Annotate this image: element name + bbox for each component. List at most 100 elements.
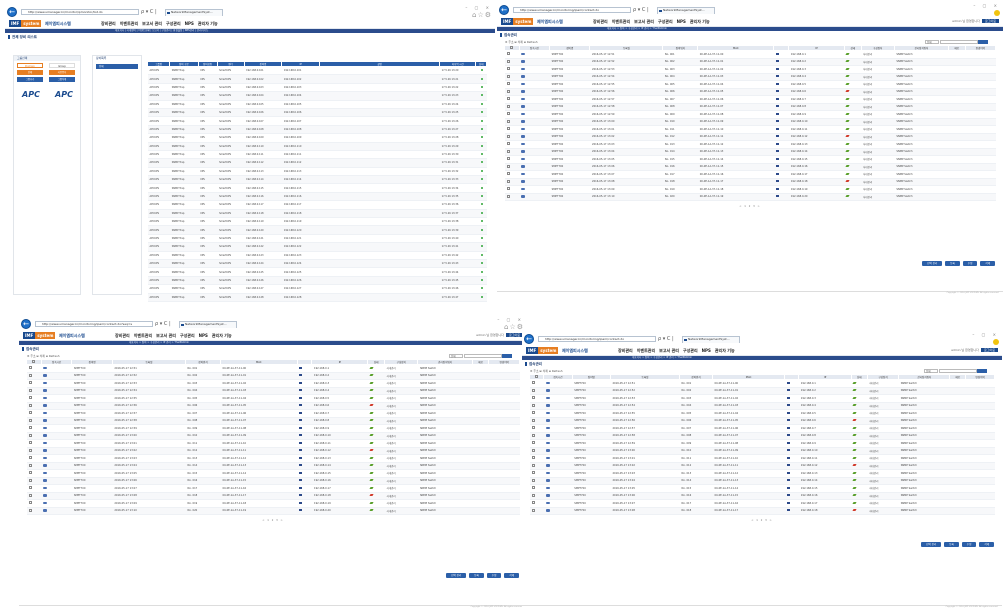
pagination[interactable]: < 1 2 3 >: [522, 519, 1002, 522]
table-row[interactable]: SMPT700 2016-05-17 12:52 No. 002 00-0E-1A-3…: [529, 387, 995, 395]
window-controls[interactable]: – ▢ ×: [972, 332, 999, 337]
edit-button[interactable]: 수정: [962, 261, 978, 266]
table-row[interactable]: SMPT700 2016-05-17 12:52 No. 002 00-0E-1A-3…: [504, 58, 996, 66]
pagination[interactable]: < 1 2 3 >: [497, 205, 1003, 208]
apc-logo[interactable]: APC: [50, 85, 78, 105]
toolbar-actions[interactable]: ⚙ 주소 ⊞ 삭제 ⊟ Refresh: [27, 354, 60, 358]
row-checkbox[interactable]: [28, 366, 32, 370]
table-row[interactable]: SMPT700 2016-05-17 13:09 No. 019 00-0E-1A-3…: [504, 185, 996, 194]
window-controls[interactable]: – ▢ ×: [973, 3, 1000, 8]
row-checkbox[interactable]: [28, 381, 32, 385]
menu-item[interactable]: 이벤트관리: [120, 21, 138, 26]
table-row[interactable]: SMPT700 2016-05-17 12:55 No. 005 00-0E-1A-3…: [529, 409, 995, 418]
row-checkbox[interactable]: [531, 381, 535, 385]
table-row[interactable]: APCUPS SNMP Trap UPS SmartUPS 192.168.0.121 1…: [147, 234, 487, 244]
home-star-gear-icons[interactable]: ⌂☆⚙: [504, 323, 524, 331]
table-row[interactable]: SMPT700 2016-05-17 13:06 No. 016 00-0E-1A-3…: [504, 163, 996, 171]
row-checkbox[interactable]: [506, 59, 510, 63]
window-controls[interactable]: – ▢ ×: [465, 5, 492, 10]
row-checkbox[interactable]: [506, 179, 510, 183]
table-row[interactable]: SMPT700 2016-05-17 13:04 No. 014 00-0E-1A-3…: [26, 462, 520, 470]
row-checkbox[interactable]: [531, 433, 535, 437]
table-row[interactable]: SMPT700 2016-05-17 12:53 No. 003 00-0E-1A-3…: [529, 394, 995, 403]
all-button[interactable]: 전체: [17, 70, 43, 75]
delete-button[interactable]: 삭제: [979, 542, 994, 547]
table-row[interactable]: APCUPS SNMP Trap UPS SmartUPS 192.168.0.108 1…: [147, 125, 487, 135]
delete-button[interactable]: 삭제: [504, 573, 519, 578]
add-group-button[interactable]: 그룹추가: [17, 77, 43, 82]
table-row[interactable]: SMPT700 2016-05-17 12:55 No. 005 00-0E-1A-3…: [504, 80, 996, 89]
table-row[interactable]: SMPT700 2016-05-17 13:01 No. 011 00-0E-1A-3…: [504, 125, 996, 134]
table-row[interactable]: SMPT700 2016-05-17 12:55 No. 005 00-0E-1A-3…: [26, 394, 520, 403]
menu-item[interactable]: 구성관리: [683, 348, 698, 353]
menu-item[interactable]: 구성관리: [658, 19, 673, 24]
table-row[interactable]: SMPT700 2016-05-17 12:51 No. 001 00-0E-1A-3…: [529, 379, 995, 388]
table-row[interactable]: APCUPS SNMP Trap UPS SmartUPS 192.168.0.123 1…: [147, 251, 487, 261]
menu-item[interactable]: 이벤트관리: [637, 348, 655, 353]
row-checkbox[interactable]: [28, 396, 32, 400]
row-checkbox[interactable]: [506, 89, 510, 93]
search-input[interactable]: [939, 40, 978, 44]
row-checkbox[interactable]: [506, 97, 510, 101]
table-row[interactable]: APCUPS SNMP Trap UPS SmartUPS 192.168.0.113 1…: [147, 167, 487, 177]
menu-item[interactable]: 장비관리: [593, 19, 608, 24]
select-manage-button[interactable]: 선택 관리: [922, 261, 943, 266]
address-bar[interactable]: http://www.umanager.kr/monitor/ipmonitor…: [21, 9, 139, 15]
table-row[interactable]: APCUPS SNMP Trap UPS SmartUPS 192.168.0.105 1…: [147, 100, 487, 109]
row-checkbox[interactable]: [531, 478, 535, 482]
search-button[interactable]: [501, 354, 512, 358]
table-row[interactable]: APCUPS SNMP Trap UPS SmartUPS 192.168.0.114 1…: [147, 175, 487, 185]
menu-item[interactable]: 보고서 관리: [634, 19, 654, 24]
row-checkbox[interactable]: [531, 508, 535, 512]
table-row[interactable]: SMPT700 2016-05-17 13:07 No. 017 00-0E-1A-3…: [504, 170, 996, 179]
table-row[interactable]: APCUPS SNMP Trap UPS SmartUPS 192.168.0.127 1…: [147, 284, 487, 294]
table-row[interactable]: SMPT700 2016-05-17 13:03 No. 013 00-0E-1A-3…: [26, 454, 520, 463]
toolbar-actions[interactable]: ⚙ 주소 ⊞ 삭제 ⊟ Refresh: [530, 369, 563, 373]
row-checkbox[interactable]: [28, 411, 32, 415]
row-checkbox[interactable]: [531, 501, 535, 505]
row-checkbox[interactable]: [28, 403, 32, 407]
address-bar[interactable]: http://www.umanager.kr/monitoring/ipam/c…: [35, 321, 153, 327]
table-row[interactable]: APCUPS SNMP Trap UPS SmartUPS 192.168.0.107 1…: [147, 116, 487, 126]
table-row[interactable]: SMPT700 2016-05-17 12:54 No. 004 00-0E-1A-3…: [26, 387, 520, 395]
back-button[interactable]: ←: [21, 319, 31, 329]
table-row[interactable]: APCUPS SNMP Trap UPS SmartUPS 192.168.0.116 1…: [147, 192, 487, 202]
row-checkbox[interactable]: [28, 426, 32, 430]
menu-item[interactable]: 보고서 관리: [142, 21, 162, 26]
table-row[interactable]: SMPT700 2016-05-17 12:58 No. 008 00-0E-1A-3…: [529, 432, 995, 440]
select-manage-button[interactable]: 선택 관리: [921, 542, 942, 547]
table-row[interactable]: APCUPS SNMP Trap UPS SmartUPS 192.168.0.103 1…: [147, 83, 487, 93]
menu-item[interactable]: 이벤트관리: [612, 19, 630, 24]
row-checkbox[interactable]: [28, 501, 32, 505]
row-checkbox[interactable]: [28, 478, 32, 482]
row-checkbox[interactable]: [506, 127, 510, 131]
row-checkbox[interactable]: [506, 194, 510, 198]
search-select[interactable]: 전체: [924, 369, 938, 373]
row-checkbox[interactable]: [28, 448, 32, 452]
logout-button[interactable]: 로그아웃: [980, 348, 998, 352]
select-manage-button[interactable]: 선택 관리: [446, 573, 467, 578]
search-select[interactable]: 전체: [449, 354, 463, 358]
menu-item[interactable]: 장비관리: [101, 21, 116, 26]
edit-button[interactable]: 수정: [486, 573, 502, 578]
table-row[interactable]: APCUPS SNMP Trap UPS SmartUPS 192.168.0.101 1…: [147, 66, 487, 76]
register-button[interactable]: 등록: [945, 261, 960, 266]
row-checkbox[interactable]: [506, 74, 510, 78]
row-checkbox[interactable]: [506, 164, 510, 168]
table-row[interactable]: SMPT700 2016-05-17 13:05 No. 015 00-0E-1A-3…: [26, 469, 520, 478]
menu-item[interactable]: 장비관리: [115, 333, 130, 338]
table-row[interactable]: SMPT700 2016-05-17 13:04 No. 014 00-0E-1A-3…: [504, 148, 996, 156]
table-row[interactable]: SMPT700 2016-05-17 13:04 No. 014 00-0E-1A-3…: [529, 477, 995, 485]
menu-item[interactable]: 보고서 관리: [659, 348, 679, 353]
table-row[interactable]: SMPT700 2016-05-17 12:58 No. 008 00-0E-1A-3…: [504, 103, 996, 111]
table-row[interactable]: SMPT700 2016-05-17 12:59 No. 009 00-0E-1A-3…: [529, 439, 995, 448]
edit-button[interactable]: 수정: [961, 542, 977, 547]
row-checkbox[interactable]: [28, 433, 32, 437]
browser-tab[interactable]: NetworkManagementSyst...: [657, 7, 715, 14]
table-row[interactable]: SMPT700 2016-05-17 13:05 No. 015 00-0E-1A-3…: [529, 484, 995, 493]
table-row[interactable]: SMPT700 2016-05-17 12:56 No. 006 00-0E-1A-3…: [529, 417, 995, 425]
menu-item[interactable]: NPS: [199, 333, 208, 338]
address-bar[interactable]: http://www.umanager.kr/monitoring/ipam/c…: [538, 336, 656, 342]
row-checkbox[interactable]: [506, 187, 510, 191]
table-row[interactable]: SMPT700 2016-05-17 12:53 No. 003 00-0E-1A-3…: [504, 65, 996, 74]
